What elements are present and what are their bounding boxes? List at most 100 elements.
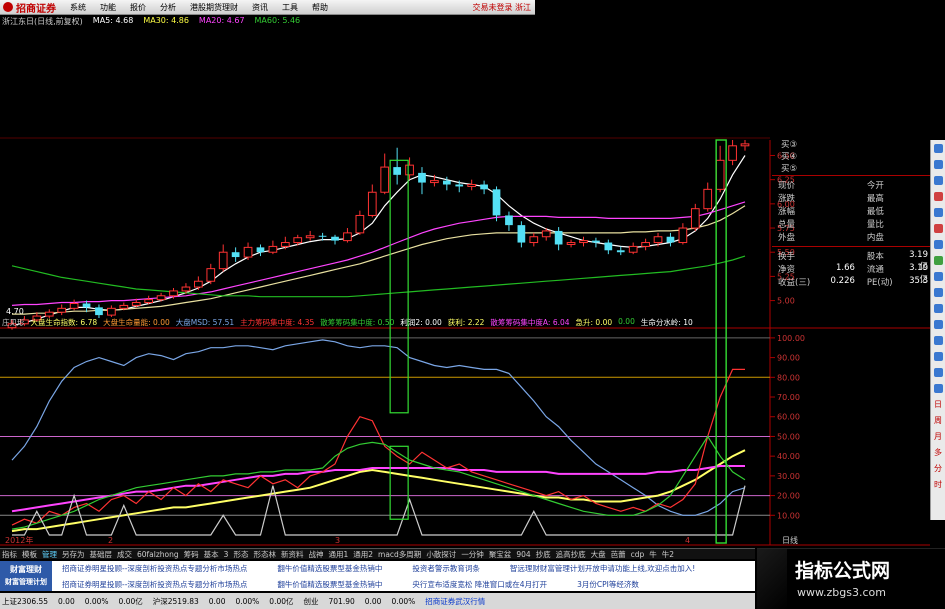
candle-body (529, 236, 539, 244)
indicator-tab[interactable]: 聚宝盆 (489, 549, 512, 560)
indicator-tab[interactable]: 牛2 (662, 549, 674, 560)
indicator-tab[interactable]: macd多周期 (378, 549, 421, 560)
ma-line (11, 255, 746, 298)
side-tool-icon[interactable] (931, 172, 945, 188)
quote-label: 涨跌 (778, 194, 796, 204)
candle-body (592, 240, 600, 243)
indicator-lines (11, 339, 746, 536)
candle-body (218, 251, 228, 270)
quote-label: 内盘 (866, 233, 884, 243)
news-logo[interactable]: 财富理财 财富管理计划 (0, 561, 52, 591)
side-tool-icon[interactable] (931, 316, 945, 332)
indicator-tab[interactable]: 成交 (117, 549, 132, 560)
quote-label: 收益(三) (778, 278, 811, 288)
quote-value: 3.19亿 (909, 250, 928, 272)
side-tool-icon[interactable] (931, 140, 945, 156)
side-tool-icon[interactable] (931, 332, 945, 348)
quote-label: 净资 (778, 265, 796, 275)
quote-label: 现价 (778, 181, 796, 191)
indicator-tab[interactable]: 牛 (649, 549, 657, 560)
side-tab-month[interactable]: 月 (931, 428, 945, 444)
quote-value (906, 192, 928, 205)
news-logo-bottom: 财富管理计划 (5, 578, 47, 586)
indicator-tab[interactable]: 通用2 (353, 549, 373, 560)
side-tool-icon[interactable] (931, 348, 945, 364)
news-link[interactable]: 翻牛价值精选股票型基金热销中 (277, 563, 382, 574)
candle-body (82, 303, 91, 308)
side-tool-icon[interactable] (931, 156, 945, 172)
side-tool-icon[interactable] (931, 300, 945, 316)
candle-body (430, 180, 439, 184)
news-link[interactable]: 智远理财财富管理计划开放申请功能上线,欢迎点击加入! (510, 563, 695, 574)
candle-body (492, 189, 501, 216)
indicator-tab[interactable]: 通用1 (328, 549, 348, 560)
news-link[interactable]: 投资者警示教育词条 (412, 563, 480, 574)
news-bar: 财富理财 财富管理计划 招商证券明星投顾--深度剖析投资热点专题分析市场热点 翻牛… (0, 561, 755, 591)
indicator-tab[interactable]: cdp (631, 550, 645, 559)
broker-feed[interactable]: 招商证券武汉行情 (425, 596, 485, 607)
indicator-tab[interactable]: 指标 (2, 549, 17, 560)
side-tab-day[interactable]: 日 (931, 396, 945, 412)
indicator-tab[interactable]: 另存为 (62, 549, 85, 560)
indicator-tab[interactable]: 新资料 (281, 549, 304, 560)
side-tool-icon[interactable] (931, 268, 945, 284)
news-link[interactable]: 央行宣布适度宽松 降准窗口或在4月打开 (412, 579, 547, 590)
news-link[interactable]: 招商证券明星投顾--深度剖析投资热点专题分析市场热点 (62, 563, 247, 574)
quote-label: PE(动) (866, 278, 893, 288)
candle-body (455, 184, 464, 187)
candle-body (579, 240, 588, 244)
side-tool-icon[interactable] (931, 204, 945, 220)
indicator-tab[interactable]: 小散探讨 (426, 549, 456, 560)
indicator-tab[interactable]: 基本 (204, 549, 219, 560)
quote-label: 今开 (866, 181, 884, 191)
quote-panel: 买③ 买④ 买⑤ 现价 今开 涨跌 最高 涨幅 最低 总量 量比 外盘 内盘 换手 股本 3.… (772, 138, 930, 328)
indicator-tab[interactable]: 管理 (42, 549, 57, 560)
cy-index-label[interactable]: 创业 (304, 596, 319, 607)
indicator-tab[interactable]: 筹码 (184, 549, 199, 560)
indicator-tab[interactable]: 形态 (233, 549, 248, 560)
side-tool-icon[interactable] (931, 364, 945, 380)
side-tool-icon[interactable] (931, 252, 945, 268)
candle-body (293, 237, 303, 244)
candle-body (355, 214, 365, 234)
indicator-tab[interactable]: 904 (516, 550, 530, 559)
side-toolbar: 日 周 月 多 分 时 (930, 140, 945, 520)
indicator-tab[interactable]: 大盘 (591, 549, 606, 560)
ind-label-4: 主力筹码集中度: 4.35 (240, 318, 315, 327)
side-tab-time[interactable]: 时 (931, 476, 945, 492)
ind-tick-label: 90.00 (777, 354, 800, 363)
indicator-tab[interactable]: 追高抄底 (556, 549, 586, 560)
quote-label: 总量 (778, 220, 796, 230)
sh-index-label[interactable]: 上证2306.55 (2, 596, 48, 607)
news-link[interactable]: 招商证券明星投顾--深度剖析投资热点专题分析市场热点 (62, 579, 247, 590)
ind-tick-label: 70.00 (777, 393, 800, 402)
indicator-tab[interactable]: 60falzhong (137, 550, 179, 559)
side-tool-icon[interactable] (931, 188, 945, 204)
indicator-name[interactable]: 庄见形 (2, 317, 25, 329)
quote-value (906, 179, 928, 192)
indicator-tab[interactable]: 形态林 (253, 549, 276, 560)
indicator-tab[interactable]: 模板 (22, 549, 37, 560)
watermark-title: 指标公式网 (795, 560, 891, 582)
quote-label: 外盘 (778, 233, 796, 243)
side-tab-minute[interactable]: 分 (931, 460, 945, 476)
side-tool-icon[interactable] (931, 236, 945, 252)
news-link[interactable]: 翻牛价值精选股票型基金热销中 (277, 579, 382, 590)
side-tab-week[interactable]: 周 (931, 412, 945, 428)
side-tab-multi[interactable]: 多 (931, 444, 945, 460)
indicator-tab[interactable]: 战神 (308, 549, 323, 560)
indicator-tab[interactable]: 一分钟 (461, 549, 484, 560)
hs-index-label[interactable]: 沪深2519.83 (153, 596, 199, 607)
side-tool-icon[interactable] (931, 284, 945, 300)
indicator-tab[interactable]: 3 (224, 550, 229, 559)
side-tool-icon[interactable] (931, 220, 945, 236)
candle-body (690, 208, 700, 229)
side-tool-icon[interactable] (931, 380, 945, 396)
sh-pct: 0.00% (84, 596, 109, 606)
quote-value (825, 231, 855, 244)
ind-label-3: 大盘MSD: 57.51 (175, 318, 235, 327)
news-link[interactable]: 3月份CPI等经济数 (577, 579, 639, 590)
indicator-tab[interactable]: 基础层 (90, 549, 113, 560)
indicator-tab[interactable]: 芭蕾 (611, 549, 626, 560)
indicator-tab[interactable]: 抄底 (536, 549, 551, 560)
